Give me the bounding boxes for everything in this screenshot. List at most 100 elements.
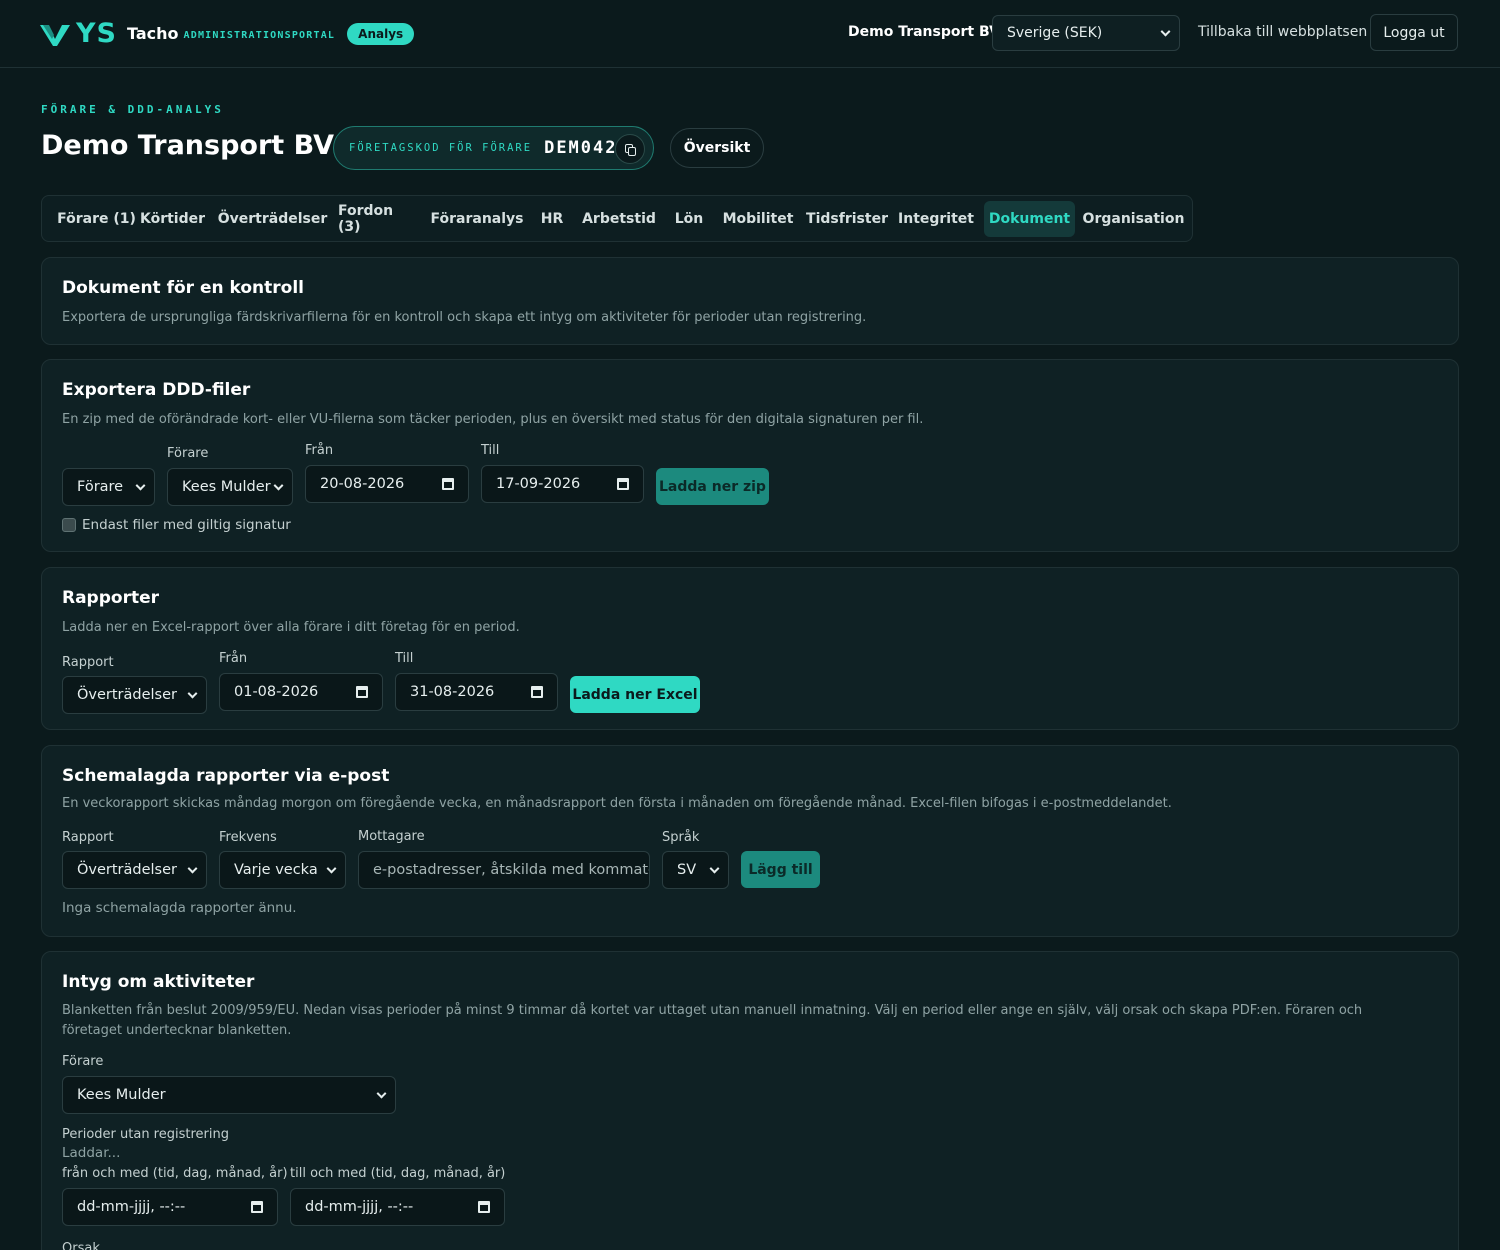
chevron-down-icon — [326, 863, 337, 874]
to-datetime-input[interactable]: dd-mm-jjjj, --:-- — [290, 1188, 505, 1226]
to-date-input[interactable]: 31-08-2026 — [395, 673, 558, 711]
from-date-input[interactable]: 01-08-2026 — [219, 673, 383, 711]
select-value: Överträdelser — [77, 687, 177, 703]
card-description: En veckorapport skickas måndag morgon om… — [62, 796, 1172, 811]
input-placeholder: e-postadresser, åtskilda med kommatec — [373, 862, 650, 878]
tab-bar: Förare (1) Körtider Överträdelser Fordon… — [41, 195, 1193, 242]
reason-label: Orsak — [62, 1241, 100, 1250]
control-documents-card: Dokument för en kontroll Exportera de ur… — [41, 257, 1459, 345]
chevron-down-icon — [709, 863, 720, 874]
activities-certificate-card: Intyg om aktiviteter Blanketten från bes… — [41, 951, 1459, 1250]
logout-button[interactable]: Logga ut — [1370, 14, 1458, 51]
recipients-label: Mottagare — [358, 829, 425, 844]
logo-product: Tacho — [127, 24, 179, 43]
page-title: Demo Transport BV — [41, 130, 334, 161]
logo-text: YS — [76, 18, 117, 49]
calendar-icon[interactable] — [478, 1201, 490, 1213]
driver-select[interactable]: Kees Mulder — [167, 468, 293, 506]
chevron-down-icon — [187, 688, 198, 699]
frequency-label: Frekvens — [219, 830, 277, 845]
chevron-down-icon — [187, 863, 198, 874]
to-date-input[interactable]: 17-09-2026 — [481, 465, 644, 503]
tab-foraranalys[interactable]: Föraranalys — [431, 201, 524, 237]
overview-button[interactable]: Översikt — [670, 128, 764, 168]
page-eyebrow: FÖRARE & DDD-ANALYS — [41, 103, 224, 116]
chevron-down-icon — [135, 480, 146, 491]
valid-signature-checkbox[interactable] — [62, 518, 76, 532]
tab-overtradelser[interactable]: Överträdelser — [218, 201, 328, 237]
scheduled-reports-card: Schemalagda rapporter via e-post En veck… — [41, 745, 1459, 937]
empty-state-text: Inga schemalagda rapporter ännu. — [62, 900, 297, 916]
periods-label: Perioder utan registrering — [62, 1127, 229, 1142]
tab-mobilitet[interactable]: Mobilitet — [722, 201, 794, 237]
logo[interactable]: YS Tacho ADMINISTRATIONSPORTAL Analys — [40, 18, 415, 49]
select-value: Överträdelser — [77, 862, 177, 878]
calendar-icon[interactable] — [531, 686, 543, 698]
logo-v-icon — [40, 21, 74, 47]
from-date-input[interactable]: 20-08-2026 — [305, 465, 469, 503]
input-placeholder: dd-mm-jjjj, --:-- — [305, 1199, 414, 1215]
reports-card: Rapporter Ladda ner en Excel-rapport öve… — [41, 567, 1459, 730]
tab-forare[interactable]: Förare (1) — [50, 201, 143, 237]
input-value: 17-09-2026 — [496, 476, 581, 492]
card-title: Schemalagda rapporter via e-post — [62, 766, 390, 786]
valid-signature-label[interactable]: Endast filer med giltig signatur — [82, 517, 291, 533]
select-value: Kees Mulder — [182, 479, 271, 495]
logo-subtitle: ADMINISTRATIONSPORTAL — [183, 29, 336, 41]
card-title: Exportera DDD-filer — [62, 380, 251, 400]
top-bar: YS Tacho ADMINISTRATIONSPORTAL Analys De… — [0, 0, 1500, 68]
select-value: SV — [677, 862, 697, 878]
report-label: Rapport — [62, 655, 114, 670]
company-code-pill: FÖRETAGSKOD FÖR FÖRARE DEM042 — [333, 126, 654, 170]
from-label: Från — [219, 651, 248, 666]
to-label: Till — [395, 651, 414, 666]
chevron-down-icon — [273, 480, 284, 491]
tab-arbetstid[interactable]: Arbetstid — [582, 201, 656, 237]
back-to-website-link[interactable]: Tillbaka till webbplatsen — [1198, 24, 1367, 40]
tab-kortider[interactable]: Körtider — [136, 201, 209, 237]
tab-hr[interactable]: HR — [536, 201, 568, 237]
tab-tidsfrister[interactable]: Tidsfrister — [806, 201, 888, 237]
select-value: Kees Mulder — [77, 1087, 166, 1103]
region-select-value: Sverige (SEK) — [1007, 25, 1103, 41]
calendar-icon[interactable] — [617, 478, 629, 490]
download-zip-button[interactable]: Ladda ner zip — [656, 468, 769, 505]
from-label: från och med (tid, dag, månad, år) — [62, 1166, 288, 1181]
from-datetime-input[interactable]: dd-mm-jjjj, --:-- — [62, 1188, 278, 1226]
calendar-icon[interactable] — [442, 478, 454, 490]
calendar-icon[interactable] — [356, 686, 368, 698]
export-ddd-card: Exportera DDD-filer En zip med de oförän… — [41, 359, 1459, 552]
card-description: Exportera de ursprungliga färdskrivarfil… — [62, 310, 867, 325]
language-label: Språk — [662, 830, 700, 845]
region-select[interactable]: Sverige (SEK) — [992, 15, 1180, 51]
certificate-driver-select[interactable]: Kees Mulder — [62, 1076, 396, 1114]
language-select[interactable]: SV — [662, 851, 729, 889]
card-title: Dokument för en kontroll — [62, 278, 304, 298]
tab-dokument[interactable]: Dokument — [984, 201, 1075, 237]
report-select[interactable]: Överträdelser — [62, 676, 207, 714]
scheduled-report-select[interactable]: Överträdelser — [62, 851, 207, 889]
card-title: Intyg om aktiviteter — [62, 972, 255, 992]
copy-code-button[interactable] — [615, 134, 645, 164]
tab-integritet[interactable]: Integritet — [898, 201, 974, 237]
chevron-down-icon — [376, 1088, 387, 1099]
company-code-label: FÖRETAGSKOD FÖR FÖRARE — [349, 142, 533, 154]
company-code-value: DEM042 — [544, 138, 618, 158]
input-value: 01-08-2026 — [234, 684, 319, 700]
select-value: Varje vecka — [234, 862, 318, 878]
frequency-select[interactable]: Varje vecka — [219, 851, 346, 889]
tab-lon[interactable]: Lön — [670, 201, 708, 237]
tab-organisation[interactable]: Organisation — [1083, 201, 1185, 237]
add-schedule-button[interactable]: Lägg till — [741, 851, 820, 888]
to-label: till och med (tid, dag, månad, år) — [290, 1166, 506, 1181]
chevron-down-icon — [1160, 26, 1171, 37]
tab-fordon[interactable]: Fordon (3) — [338, 201, 418, 237]
card-title: Rapporter — [62, 588, 160, 608]
recipients-input[interactable]: e-postadresser, åtskilda med kommatec — [358, 851, 650, 889]
card-description: Blanketten från beslut 2009/959/EU. Neda… — [62, 1003, 1363, 1038]
download-excel-button[interactable]: Ladda ner Excel — [570, 676, 700, 713]
report-label: Rapport — [62, 830, 114, 845]
calendar-icon[interactable] — [251, 1201, 263, 1213]
driver-label: Förare — [167, 446, 209, 461]
export-type-select[interactable]: Förare — [62, 468, 155, 506]
